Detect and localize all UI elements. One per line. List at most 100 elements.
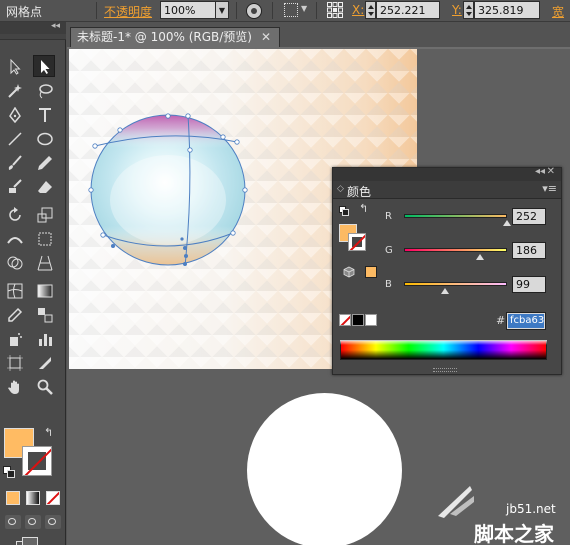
direct-selection-tool-icon[interactable]	[33, 55, 55, 77]
illustrator-window: 网格点 不透明度 100% ▼ ▼ X: 252.221 Y: 325.819 …	[0, 0, 570, 545]
panel-stroke-swatch[interactable]	[348, 233, 366, 251]
watermark-logo	[438, 486, 474, 518]
white-circle-shape[interactable]	[247, 393, 402, 545]
ellipse-tool-icon[interactable]	[34, 128, 56, 150]
close-panel-icon[interactable]: ✕	[547, 166, 555, 177]
gradient-mesh-sphere[interactable]	[85, 108, 255, 273]
stroke-color-swatch[interactable]	[22, 446, 52, 476]
panel-menu-icon[interactable]: ▾≡	[542, 182, 557, 195]
perspective-grid-tool-icon[interactable]	[34, 252, 56, 274]
spectrum-highlight	[340, 340, 547, 345]
r-value-field[interactable]: 252	[512, 208, 546, 225]
divider	[96, 2, 97, 19]
lasso-tool-icon[interactable]	[34, 80, 56, 102]
none-mode-icon[interactable]	[46, 491, 60, 505]
divider	[272, 2, 273, 19]
opacity-label[interactable]: 不透明度	[104, 3, 152, 20]
x-spinner[interactable]	[365, 1, 376, 19]
screen-mode-icon[interactable]	[16, 537, 40, 545]
black-swatch[interactable]	[352, 314, 364, 326]
panel-resize-grip[interactable]	[433, 368, 457, 372]
draw-normal-icon[interactable]	[5, 515, 21, 529]
hand-tool-icon[interactable]	[4, 376, 26, 398]
tools-panel-grip[interactable]	[0, 34, 66, 40]
gradient-mode-icon[interactable]	[26, 491, 40, 505]
shape-builder-tool-icon[interactable]	[4, 252, 26, 274]
control-bar: 网格点 不透明度 100% ▼ ▼ X: 252.221 Y: 325.819 …	[0, 0, 570, 22]
color-panel-title: 颜色	[347, 185, 372, 199]
g-value-field[interactable]: 186	[512, 242, 546, 259]
x-label: X:	[352, 3, 365, 17]
tool-name: 网格点	[6, 5, 43, 19]
r-slider-thumb[interactable]	[502, 220, 511, 226]
eyedropper-tool-icon[interactable]	[4, 304, 26, 326]
gamut-color-swatch[interactable]	[365, 266, 377, 278]
color-mode-icon[interactable]	[6, 491, 20, 505]
hex-value: fcba63	[508, 314, 545, 328]
width-label: 宽	[552, 5, 565, 19]
paintbrush-tool-icon[interactable]	[4, 152, 26, 174]
g-slider-thumb[interactable]	[476, 254, 485, 260]
draw-inside-icon[interactable]	[45, 515, 61, 529]
pen-tool-icon[interactable]	[4, 104, 26, 126]
document-tab[interactable]: 未标题-1* @ 100% (RGB/预览) ✕	[70, 27, 280, 47]
mesh-tool-icon[interactable]	[4, 280, 26, 302]
swap-fill-stroke-icon[interactable]: ↰	[359, 202, 368, 215]
white-swatch[interactable]	[365, 314, 377, 326]
opacity-dropdown-button[interactable]: ▼	[215, 1, 229, 19]
column-graph-tool-icon[interactable]	[34, 328, 56, 350]
symbol-sprayer-tool-icon[interactable]	[4, 328, 26, 350]
zoom-tool-icon[interactable]	[34, 376, 56, 398]
b-label: B	[385, 279, 392, 290]
pencil-tool-icon[interactable]	[34, 152, 56, 174]
r-slider[interactable]	[404, 214, 511, 226]
collapse-panel-icon[interactable]: ◂◂	[535, 166, 545, 177]
out-of-gamut-cube-icon[interactable]	[343, 266, 355, 278]
color-panel-topbar[interactable]: ◂◂ ✕	[333, 166, 561, 181]
transform-grid-icon[interactable]	[284, 3, 298, 17]
magic-wand-tool-icon[interactable]	[4, 80, 26, 102]
reference-point-icon[interactable]	[327, 2, 343, 18]
opacity-field[interactable]: 100%	[160, 1, 216, 19]
hex-label: #	[496, 314, 506, 327]
tools-panel: ◂◂ ↰	[0, 21, 66, 545]
divider	[316, 2, 317, 19]
g-slider[interactable]	[404, 248, 507, 260]
eraser-tool-icon[interactable]	[34, 176, 56, 198]
hex-value-field[interactable]: fcba63	[506, 312, 546, 330]
swap-colors-icon[interactable]: ↰	[44, 426, 53, 439]
chevron-down-icon[interactable]: ▼	[301, 4, 307, 13]
watermark-brand: 脚本之家	[474, 522, 554, 545]
type-tool-icon[interactable]	[34, 104, 56, 126]
slice-tool-icon[interactable]	[34, 352, 56, 374]
artboard-tool-icon[interactable]	[4, 352, 26, 374]
color-panel: ◂◂ ✕ ◇ 颜色 ▾≡ ↰ R 252 G 186 B 99 # fcba63	[332, 166, 562, 375]
recolor-icon[interactable]	[246, 3, 262, 19]
b-slider[interactable]	[404, 282, 507, 294]
free-transform-tool-icon[interactable]	[34, 228, 56, 250]
blend-tool-icon[interactable]	[34, 304, 56, 326]
gradient-tool-icon[interactable]	[34, 280, 56, 302]
y-spinner[interactable]	[463, 1, 474, 19]
none-swatch[interactable]	[339, 314, 351, 326]
width-tool-icon[interactable]	[4, 228, 26, 250]
rotate-tool-icon[interactable]	[4, 204, 26, 226]
expand-options-icon[interactable]: ◇	[337, 184, 344, 194]
b-value-field[interactable]: 99	[512, 276, 546, 293]
blob-brush-tool-icon[interactable]	[4, 176, 26, 198]
close-tab-icon[interactable]: ✕	[261, 28, 271, 47]
b-slider-thumb[interactable]	[440, 288, 449, 294]
x-field[interactable]: 252.221	[376, 1, 440, 19]
selection-tool-icon[interactable]	[4, 56, 26, 78]
document-tab-title: 未标题-1* @ 100% (RGB/预览)	[77, 30, 252, 44]
line-tool-icon[interactable]	[4, 128, 26, 150]
draw-behind-icon[interactable]	[25, 515, 41, 529]
watermark-site: jb51.net	[506, 502, 556, 516]
scale-tool-icon[interactable]	[34, 204, 56, 226]
r-label: R	[385, 211, 392, 222]
y-field[interactable]: 325.819	[474, 1, 540, 19]
color-panel-tab[interactable]: ◇ 颜色 ▾≡	[333, 181, 561, 199]
default-fill-stroke-icon[interactable]	[339, 206, 349, 216]
default-colors-icon[interactable]	[3, 466, 15, 478]
tools-panel-header[interactable]: ◂◂	[0, 21, 66, 34]
